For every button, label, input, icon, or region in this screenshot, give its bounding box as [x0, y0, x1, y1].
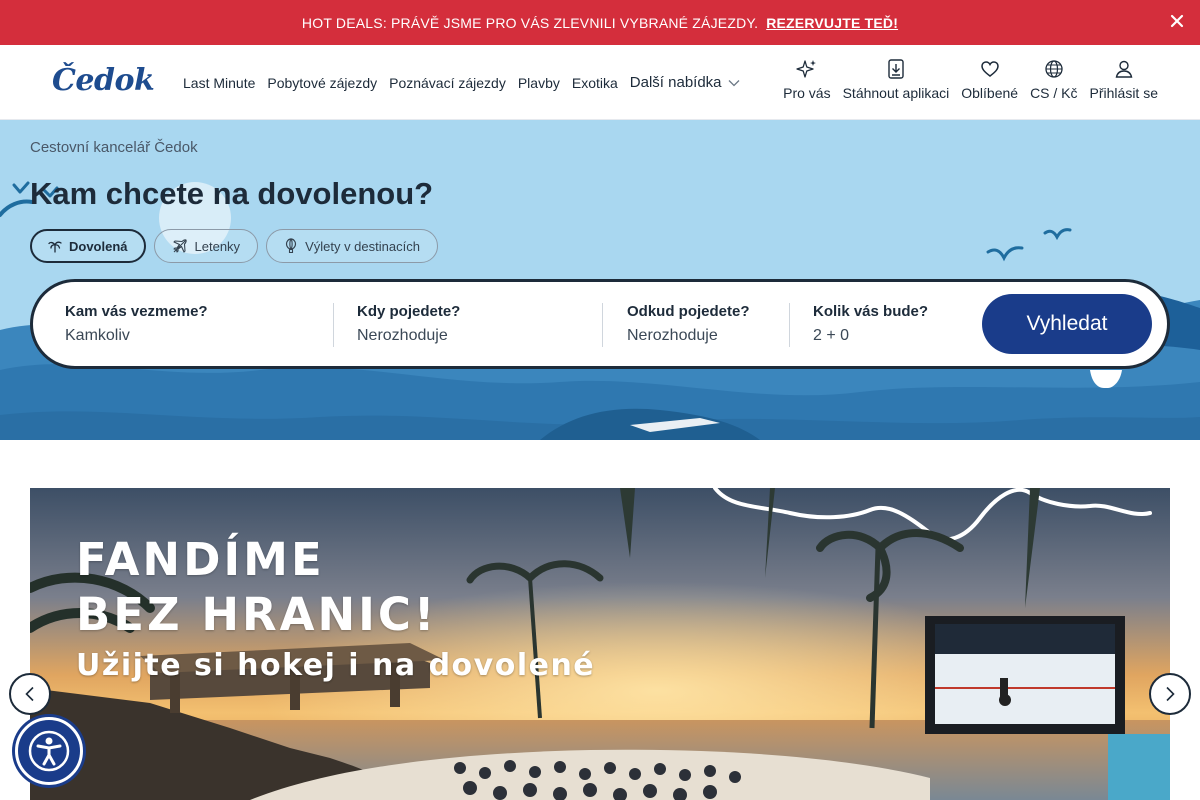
- favorites-label: Oblíbené: [961, 85, 1019, 101]
- travelers-value: 2 + 0: [813, 327, 850, 344]
- download-app-label: Stáhnout aplikaci: [842, 85, 950, 101]
- banner-headline: FANDÍME BEZ HRANIC!: [76, 532, 437, 642]
- promo-bar: HOT DEALS: PRÁVĚ JSME PRO VÁS ZLEVNILI V…: [0, 0, 1200, 45]
- page-title: Kam chcete na dovolenou?: [30, 176, 434, 211]
- departure-label: Odkud pojedete?: [627, 303, 750, 320]
- pro-vas-label: Pro vás: [783, 85, 831, 101]
- site-header: Čedok Last Minute Pobytové zájezdy Pozná…: [0, 45, 1200, 120]
- divider: [602, 303, 603, 347]
- departure-field[interactable]: Odkud pojedete? Nerozhoduje: [627, 303, 750, 345]
- plane-icon: [172, 239, 187, 253]
- globe-icon: [1045, 60, 1063, 78]
- chevron-left-icon: [25, 686, 34, 702]
- login-button[interactable]: Přihlásit se: [1090, 45, 1158, 101]
- promo-link[interactable]: REZERVUJTE TEĎ!: [766, 15, 898, 31]
- travelers-field[interactable]: Kolik vás bude? 2 + 0: [813, 303, 928, 345]
- nav-poznavaci-zajezdy[interactable]: Poznávací zájezdy: [389, 75, 506, 91]
- main-nav: Last Minute Pobytové zájezdy Poznávací z…: [183, 45, 740, 120]
- nav-more-dropdown[interactable]: Další nabídka: [630, 74, 740, 91]
- balloon-icon: [285, 238, 297, 254]
- tab-vylety[interactable]: Výlety v destinacích: [266, 229, 438, 263]
- tab-dovolena[interactable]: Dovolená: [30, 229, 146, 263]
- date-field[interactable]: Kdy pojedete? Nerozhoduje: [357, 303, 460, 345]
- nav-pobytove-zajezdy[interactable]: Pobytové zájezdy: [267, 75, 377, 91]
- nav-exotika[interactable]: Exotika: [572, 75, 618, 91]
- tab-vylety-label: Výlety v destinacích: [305, 238, 420, 254]
- date-value: Nerozhoduje: [357, 327, 448, 344]
- sparkle-icon: [796, 60, 816, 78]
- banner-headline-line2: BEZ HRANIC!: [76, 588, 438, 641]
- accessibility-button[interactable]: [15, 717, 83, 785]
- search-bar: Kam vás vezmeme? Kamkoliv Kdy pojedete? …: [30, 279, 1170, 369]
- language-currency-button[interactable]: CS / Kč: [1030, 45, 1078, 101]
- banner-headline-line1: FANDÍME: [76, 533, 325, 586]
- carousel-prev-button[interactable]: [9, 673, 51, 715]
- login-label: Přihlásit se: [1089, 85, 1158, 101]
- divider: [333, 303, 334, 347]
- tab-letenky-label: Letenky: [194, 238, 241, 254]
- palm-icon: [48, 241, 62, 253]
- destination-label: Kam vás vezmeme?: [65, 303, 208, 320]
- favorites-button[interactable]: Oblíbené: [961, 45, 1018, 101]
- close-icon[interactable]: [1168, 12, 1186, 30]
- departure-value: Nerozhoduje: [627, 327, 718, 344]
- breadcrumb[interactable]: Cestovní kancelář Čedok: [30, 139, 198, 156]
- logo[interactable]: Čedok: [52, 63, 155, 98]
- search-button[interactable]: Vyhledat: [982, 294, 1152, 354]
- chevron-right-icon: [1166, 686, 1175, 702]
- banner-subline: Užijte si hokej i na dovolené: [76, 648, 596, 683]
- promo-text: HOT DEALS: PRÁVĚ JSME PRO VÁS ZLEVNILI V…: [301, 14, 759, 31]
- heart-icon: [980, 61, 999, 77]
- header-utilities: Pro vás Stáhnout aplikaci Oblíbené CS / …: [771, 45, 1158, 120]
- promo-banner[interactable]: FANDÍME BEZ HRANIC! Užijte si hokej i na…: [30, 488, 1170, 800]
- tab-dovolena-label: Dovolená: [69, 238, 128, 254]
- user-icon: [1115, 60, 1133, 78]
- search-type-tabs: Dovolená Letenky Výlety v destinacích: [30, 229, 446, 263]
- download-app-button[interactable]: Stáhnout aplikaci: [842, 45, 950, 101]
- nav-more-label: Další nabídka: [629, 74, 722, 91]
- destination-field[interactable]: Kam vás vezmeme? Kamkoliv: [65, 303, 208, 345]
- language-currency-label: CS / Kč: [1030, 85, 1078, 101]
- pro-vas-button[interactable]: Pro vás: [783, 45, 831, 101]
- chevron-down-icon: [728, 79, 739, 86]
- tab-letenky[interactable]: Letenky: [153, 229, 259, 263]
- accessibility-icon: [28, 730, 70, 772]
- destination-value: Kamkoliv: [65, 327, 130, 344]
- divider: [789, 303, 790, 347]
- date-label: Kdy pojedete?: [357, 303, 461, 320]
- travelers-label: Kolik vás bude?: [813, 303, 929, 320]
- hero-section: Cestovní kancelář Čedok Kam chcete na do…: [0, 120, 1200, 440]
- nav-last-minute[interactable]: Last Minute: [183, 75, 255, 91]
- carousel-next-button[interactable]: [1149, 673, 1191, 715]
- download-icon: [888, 59, 904, 79]
- nav-plavby[interactable]: Plavby: [518, 75, 560, 91]
